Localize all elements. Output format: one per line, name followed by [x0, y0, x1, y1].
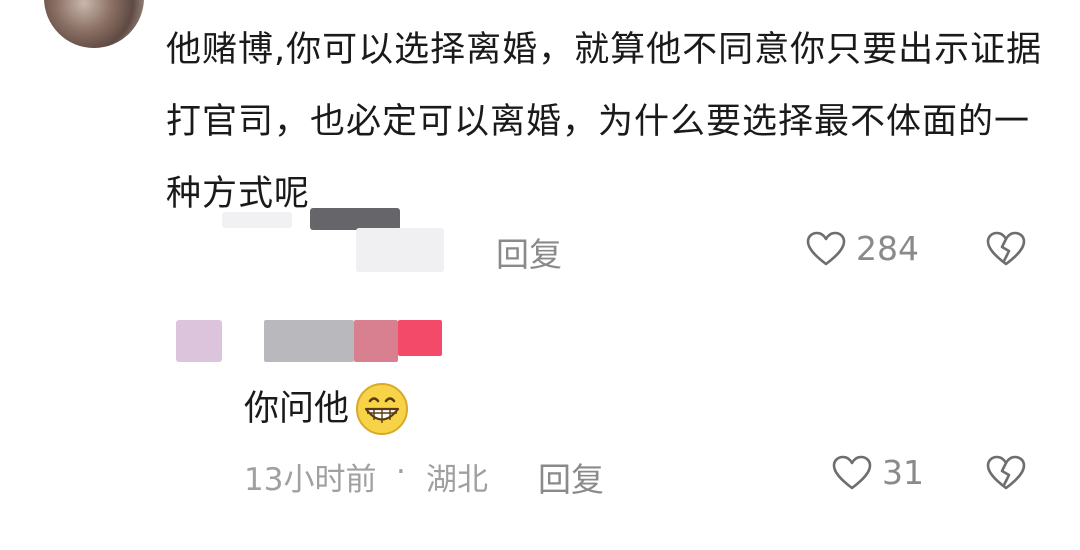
- broken-heart-icon[interactable]: [986, 455, 1026, 491]
- reply-timestamp: 13小时前: [244, 462, 377, 498]
- reply-username-redacted[interactable]: [264, 320, 354, 362]
- redacted-meta-block: [356, 228, 444, 272]
- comment-text: 他赌博,你可以选择离婚，就算他不同意你只要出示证据打官司，也必定可以离婚，为什么…: [166, 30, 1043, 214]
- heart-outline-icon[interactable]: [832, 455, 872, 491]
- reply-text-row: 你问他: [244, 380, 411, 438]
- commenter-avatar[interactable]: [44, 0, 144, 48]
- redacted-meta-block: [222, 212, 292, 228]
- comment-like-count: 284: [856, 229, 919, 268]
- reply-like-count: 31: [882, 453, 924, 492]
- comment-reply-button[interactable]: 回复: [496, 228, 562, 276]
- reply-username-redacted[interactable]: [354, 320, 398, 362]
- reply-avatar-redacted[interactable]: [176, 320, 222, 362]
- redacted-meta-block: [310, 208, 400, 230]
- grinning-face-icon: [353, 380, 411, 438]
- broken-heart-icon[interactable]: [986, 231, 1026, 267]
- reply-text: 你问他: [244, 389, 350, 429]
- reply-username-redacted[interactable]: [398, 320, 442, 356]
- reply-reply-button[interactable]: 回复: [538, 453, 604, 501]
- heart-outline-icon[interactable]: [806, 231, 846, 267]
- reply-location: 湖北: [426, 462, 488, 498]
- meta-separator: ·: [396, 454, 406, 490]
